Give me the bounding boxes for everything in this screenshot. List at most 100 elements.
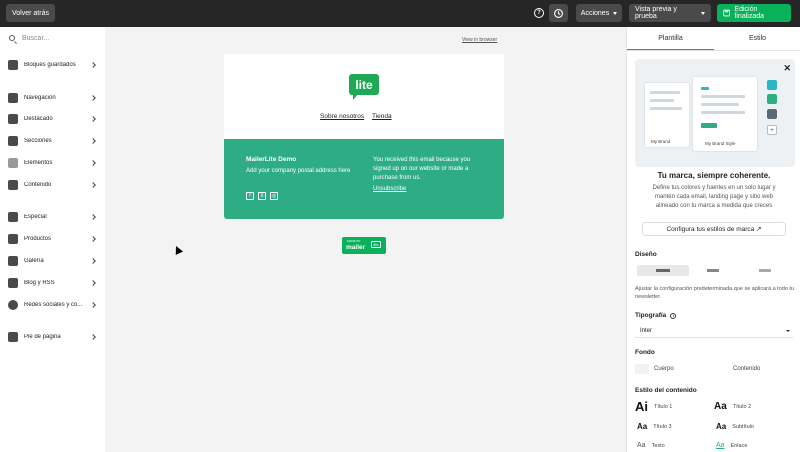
footer-address: Add your company postal address here — [246, 168, 351, 174]
font-select[interactable]: Inter — [635, 324, 793, 338]
style-title-1[interactable]: Ai Título 1 — [635, 399, 672, 414]
back-button[interactable]: Volver atrás — [6, 4, 55, 22]
content-color-label: Contenido — [733, 366, 761, 372]
style-label: Subtítulo — [732, 423, 754, 430]
chevron-down-icon — [613, 11, 618, 15]
brand-swatch-green — [767, 94, 777, 104]
sidebar-item-navigation[interactable]: Navegación — [0, 89, 105, 107]
rss-icon — [8, 278, 18, 288]
chevron-down-icon — [701, 11, 705, 15]
brand-swatch-teal — [767, 80, 777, 90]
content-cursor-icon — [8, 180, 18, 190]
done-editing-button[interactable]: Edición finalizada — [717, 4, 791, 22]
body-color-label: Cuerpo — [654, 366, 674, 372]
style-preview-aa: Aa — [714, 401, 727, 412]
gallery-image-icon — [8, 256, 18, 266]
bookmark-icon — [8, 60, 18, 70]
instagram-icon[interactable]: ◎ — [270, 192, 278, 200]
style-label: Enlace — [730, 442, 748, 449]
tab-style[interactable]: Estilo — [714, 27, 800, 50]
nav-link-shop[interactable]: Tienda — [372, 113, 392, 120]
add-swatch-icon: + — [767, 125, 777, 135]
layout-option-list[interactable] — [687, 265, 739, 276]
style-subtitle[interactable]: Aa Subtítulo — [716, 422, 754, 431]
content-style-heading: Estilo del contenido — [635, 387, 697, 394]
chevron-down-icon — [786, 330, 790, 332]
email-footer-block[interactable]: MailerLite Demo Add your company postal … — [224, 139, 504, 219]
style-title-2[interactable]: Aa Título 2 — [714, 401, 751, 412]
settings-panel: Plantilla Estilo ✕ My Brand My Brand Sty… — [626, 27, 800, 452]
sidebar-item-social[interactable]: Redes sociales y co... — [0, 296, 105, 314]
nav-link-about[interactable]: Sobre nosotros — [320, 113, 364, 120]
featured-icon — [8, 114, 18, 124]
preview-label: Vista previa y prueba — [635, 6, 677, 20]
style-label: Título 1 — [654, 403, 673, 410]
design-heading: Diseño — [635, 251, 657, 258]
unsubscribe-link[interactable]: Unsubscribe — [373, 186, 406, 192]
history-button[interactable] — [549, 4, 568, 22]
products-bag-icon — [8, 234, 18, 244]
style-preview-aa: Aa — [716, 442, 725, 449]
sidebar-item-elements[interactable]: Elementos — [0, 154, 105, 172]
sidebar-item-blog-rss[interactable]: Blog y RSS — [0, 274, 105, 292]
blocks-sidebar: Buscar... Bloques guardados Navegación D… — [0, 27, 105, 452]
actions-label: Acciones — [580, 9, 610, 17]
mailerlite-badge: MADE BY mailer lite — [342, 237, 386, 254]
history-icon — [554, 8, 563, 18]
help-icon[interactable]: ? — [534, 8, 544, 18]
sidebar-item-sections[interactable]: Secciones — [0, 132, 105, 150]
style-title-3[interactable]: Aa Título 3 — [637, 422, 672, 431]
layout-option-centered[interactable] — [637, 265, 689, 276]
email-header-block[interactable]: lite Sobre nosotros Tienda — [224, 54, 504, 139]
style-preview-aa: Aa — [637, 422, 648, 431]
font-select-value: Inter — [640, 327, 653, 334]
sidebar-item-products[interactable]: Productos — [0, 230, 105, 248]
style-label: Texto — [651, 442, 665, 449]
tabs-divider — [627, 50, 800, 51]
email-preview: lite Sobre nosotros Tienda MailerLite De… — [224, 54, 504, 219]
background-heading: Fondo — [635, 349, 655, 356]
sidebar-item-saved-blocks[interactable]: Bloques guardados — [0, 56, 105, 74]
save-icon — [723, 9, 731, 17]
navigation-icon — [8, 93, 18, 103]
actions-dropdown[interactable]: Acciones — [576, 4, 622, 22]
illustration-card-front: My Brand Style — [693, 77, 757, 151]
brand-card-title: Tu marca, siempre coherente. — [657, 171, 771, 180]
x-twitter-icon[interactable]: X — [258, 192, 266, 200]
view-in-browser-link[interactable]: View in browser — [462, 37, 497, 43]
sections-icon — [8, 136, 18, 146]
search-placeholder: Buscar... — [22, 34, 50, 42]
sidebar-item-special[interactable]: Especial — [0, 208, 105, 226]
info-icon: i — [670, 313, 677, 319]
badge-lite: lite — [371, 241, 381, 248]
brand-logo: lite — [349, 74, 379, 100]
illustration-card-back: My Brand — [645, 83, 689, 147]
twitter-bird-icon — [8, 300, 18, 310]
illustration-caption-brand: My Brand — [651, 139, 671, 144]
close-icon[interactable]: ✕ — [783, 63, 791, 74]
layout-option-full[interactable] — [739, 265, 791, 276]
brand-card-description: Define tus colores y fuentes en un solo … — [652, 185, 776, 209]
style-text[interactable]: Aa Texto — [637, 442, 665, 449]
top-toolbar: Volver atrás ? Acciones Vista previa y p… — [0, 0, 800, 27]
style-link[interactable]: Aa Enlace — [716, 442, 747, 449]
brand-style-card: ✕ My Brand My Brand Style + — [635, 59, 795, 167]
done-label: Edición finalizada — [734, 6, 764, 20]
style-preview-aa: Ai — [635, 399, 648, 414]
facebook-icon[interactable]: f — [246, 192, 254, 200]
search-input[interactable]: Buscar... — [0, 27, 105, 49]
illustration-caption-style: My Brand Style — [705, 141, 736, 146]
badge-made-by: MADE BY — [347, 239, 361, 243]
sidebar-item-featured[interactable]: Destacado — [0, 110, 105, 128]
special-icon — [8, 212, 18, 222]
configure-brand-button[interactable]: Configura tus estilos de marca ↗ — [642, 222, 786, 236]
sidebar-item-gallery[interactable]: Galería — [0, 252, 105, 270]
body-color-swatch[interactable] — [635, 364, 649, 374]
typography-label: Tipografía — [635, 312, 667, 319]
tab-template[interactable]: Plantilla — [627, 27, 714, 50]
sidebar-item-footer[interactable]: Pie de página — [0, 328, 105, 346]
preview-dropdown[interactable]: Vista previa y prueba — [629, 4, 711, 22]
sidebar-item-content[interactable]: Contenido — [0, 176, 105, 194]
content-color-swatch[interactable] — [714, 364, 728, 374]
text-elements-icon — [8, 158, 18, 168]
